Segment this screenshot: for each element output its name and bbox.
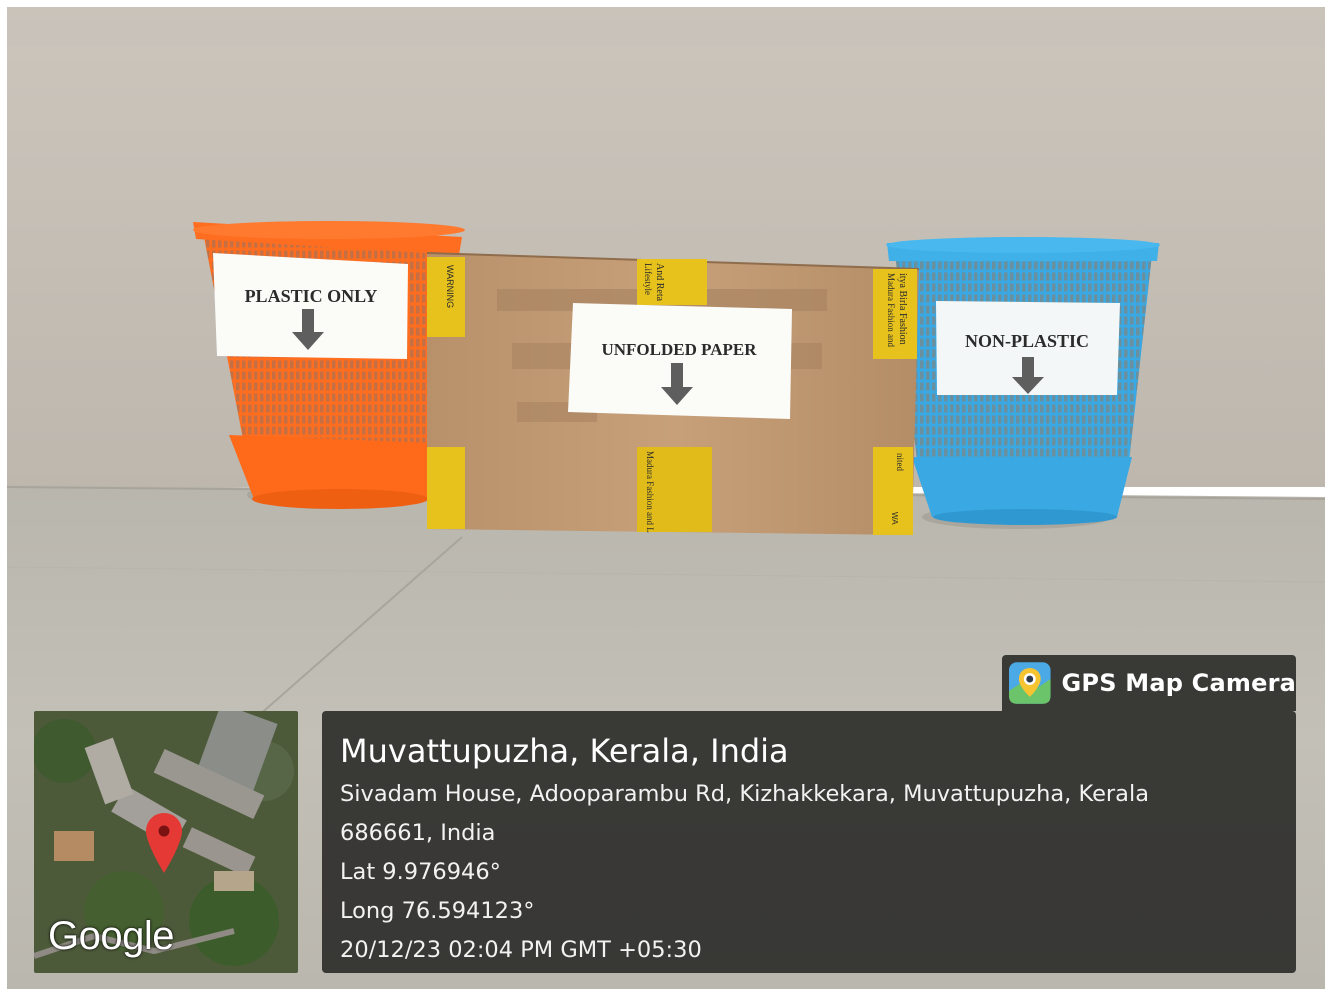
latitude: Lat 9.976946° xyxy=(340,859,501,885)
timestamp: 20/12/23 02:04 PM GMT +05:30 xyxy=(340,937,702,963)
unfolded-paper-label: UNFOLDED PAPER xyxy=(601,340,757,359)
non-plastic-label: NON-PLASTIC xyxy=(965,331,1089,351)
tape-text-lifestyle: Lifestyle xyxy=(643,263,653,295)
location-title: Muvattupuzha, Kerala, India xyxy=(340,732,789,770)
photo-frame: PLASTIC ONLY NON-PLASTIC WARNING And Ret… xyxy=(7,7,1325,989)
gps-app-name: GPS Map Camera xyxy=(1061,669,1296,697)
gps-map-camera-badge: GPS Map Camera xyxy=(1002,655,1296,711)
tape-text-retail: And Reta xyxy=(654,263,665,302)
tape-text-limited: nited xyxy=(895,453,905,471)
tape-text-wa: WA xyxy=(890,512,899,525)
tape-text-brand: itya Birla Fashion xyxy=(897,273,908,345)
tape-text-warning: WARNING xyxy=(445,265,455,308)
map-thumbnail: Google xyxy=(34,711,298,973)
location-info-panel: Muvattupuzha, Kerala, India Sivadam Hous… xyxy=(322,711,1296,973)
address-line-1: Sivadam House, Adooparambu Rd, Kizhakkek… xyxy=(340,781,1150,807)
plastic-only-label: PLASTIC ONLY xyxy=(245,286,378,306)
map-pin-camera-icon xyxy=(1008,662,1051,704)
unfolded-paper-box: WARNING And Reta Lifestyle itya Birla Fa… xyxy=(426,252,920,535)
tape-text-madura-2: Madura Fashion and L xyxy=(645,451,655,533)
tape-text-madura: Madura Fashion and xyxy=(886,273,896,347)
address-line-2: 686661, India xyxy=(340,820,496,846)
non-plastic-bin-blue: NON-PLASTIC xyxy=(886,237,1160,529)
longitude: Long 76.594123° xyxy=(340,898,535,924)
google-logo: Google xyxy=(48,914,174,958)
